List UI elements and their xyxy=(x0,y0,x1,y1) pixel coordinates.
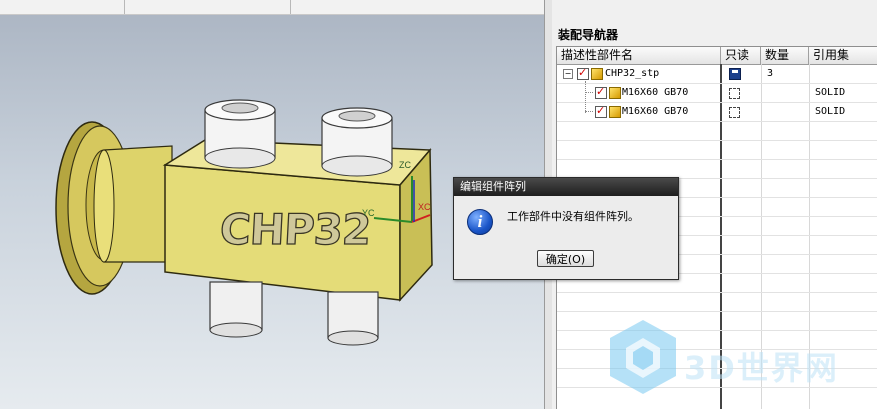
reference-set: SOLID xyxy=(815,87,846,98)
column-header-count[interactable]: 数量 xyxy=(761,47,809,64)
axis-xc-label: XC xyxy=(418,202,431,212)
part-name: M16X60 GB70 xyxy=(622,87,689,98)
info-icon: i xyxy=(467,209,493,235)
dashed-box-icon xyxy=(729,107,740,118)
quantity: 3 xyxy=(767,68,774,79)
component-icon xyxy=(609,87,621,99)
column-header-name[interactable]: 描述性部件名 xyxy=(557,47,721,64)
column-header-reference-set[interactable]: 引用集 xyxy=(809,47,877,64)
visibility-checkbox[interactable] xyxy=(595,104,607,118)
tree-row-root[interactable]: − CHP32_stp 3 xyxy=(557,64,877,83)
part-name: CHP32_stp xyxy=(605,68,660,79)
dialog-message: 工作部件中没有组件阵列。 xyxy=(507,210,639,223)
grid-header: 描述性部件名 只读 数量 引用集 xyxy=(557,47,877,65)
tree-row-component[interactable]: M16X60 GB70 SOLID xyxy=(557,102,877,121)
assembly-icon xyxy=(591,68,603,80)
component-icon xyxy=(609,106,621,118)
dashed-box-icon xyxy=(729,88,740,99)
navigator-title: 装配导航器 xyxy=(558,28,619,42)
watermark-text: 3D世界网 xyxy=(684,349,839,387)
part-name: M16X60 GB70 xyxy=(622,106,689,117)
watermark-logo-icon xyxy=(610,320,676,394)
axis-zc-label: ZC xyxy=(399,160,411,170)
visibility-checkbox[interactable] xyxy=(577,66,589,80)
ok-button[interactable]: 确定(O) xyxy=(537,250,594,267)
part-emboss-label: CHP32 xyxy=(218,204,372,254)
edit-component-array-dialog: 编辑组件阵列 i 工作部件中没有组件阵列。 确定(O) xyxy=(453,177,679,280)
reference-set: SOLID xyxy=(815,106,846,117)
dialog-title[interactable]: 编辑组件阵列 xyxy=(454,178,678,196)
column-header-readonly[interactable]: 只读 xyxy=(721,47,761,64)
tree-row-component[interactable]: M16X60 GB70 SOLID xyxy=(557,83,877,102)
axis-yc-label: YC xyxy=(362,208,375,218)
save-disk-icon xyxy=(729,68,741,80)
collapse-toggle[interactable]: − xyxy=(563,69,573,79)
visibility-checkbox[interactable] xyxy=(595,85,607,99)
